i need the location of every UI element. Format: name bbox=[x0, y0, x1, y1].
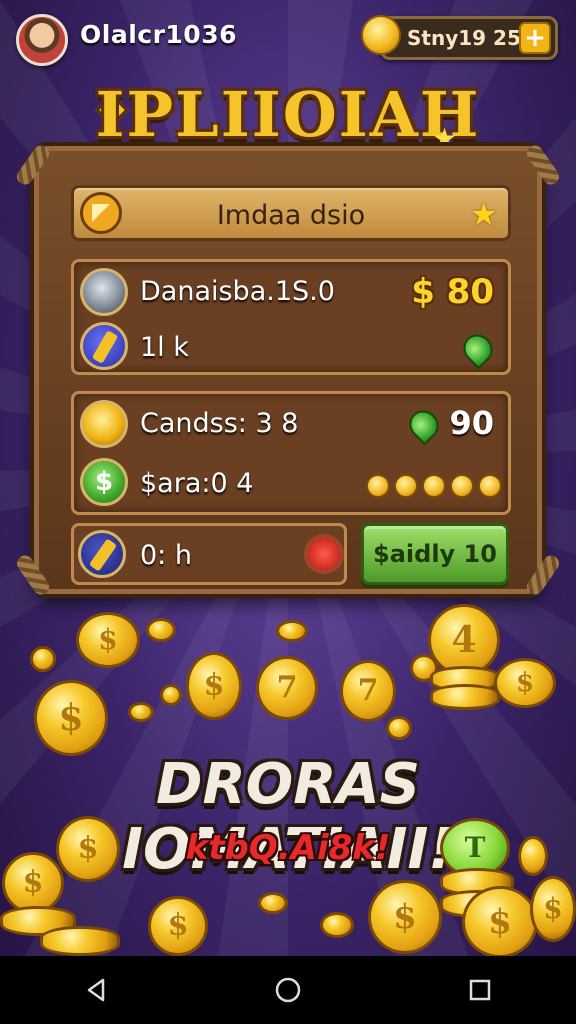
username-label: Olalcr1036 bbox=[80, 20, 237, 49]
coin-decoration: 7 bbox=[340, 660, 396, 722]
add-currency-button[interactable]: + bbox=[519, 22, 551, 54]
coin-decoration bbox=[320, 912, 354, 938]
offer-price[interactable]: $ 80 bbox=[411, 272, 494, 312]
star-icon: ★ bbox=[469, 195, 498, 233]
offer-label: Danaisba.1S.0 bbox=[140, 276, 335, 307]
coin-decoration bbox=[386, 716, 412, 740]
helmet-icon bbox=[80, 268, 128, 316]
coin-decoration: $ bbox=[148, 896, 208, 956]
coin-decoration bbox=[146, 618, 176, 642]
offer-section-3: 0: h bbox=[71, 523, 347, 585]
progress-pips bbox=[366, 474, 502, 498]
red-burst-icon bbox=[308, 538, 340, 570]
gold-bar-icon bbox=[78, 530, 126, 578]
timer-label: 0: h bbox=[140, 540, 192, 571]
coin-decoration: $ bbox=[56, 816, 120, 882]
system-navigation-bar bbox=[0, 956, 576, 1024]
dollar-icon: $ bbox=[80, 458, 128, 506]
recents-square-icon[interactable] bbox=[450, 960, 510, 1020]
board-header: Imdaa dsio ★ bbox=[71, 185, 511, 241]
home-circle-icon[interactable] bbox=[258, 960, 318, 1020]
cash-label: $ara:0 4 bbox=[140, 468, 254, 499]
top-bar: Olalcr1036 Stny19 25 + bbox=[0, 8, 576, 72]
pip-icon bbox=[366, 474, 390, 498]
game-title: IPLIIOIAH bbox=[95, 78, 481, 151]
rope-decoration bbox=[13, 552, 53, 598]
offer-sublabel: 1l k bbox=[140, 332, 189, 363]
coin-decoration bbox=[30, 646, 56, 672]
coin-decoration: $ bbox=[530, 876, 576, 942]
offer-section-1: Danaisba.1S.0 $ 80 1l k bbox=[71, 259, 511, 375]
green-gem-icon bbox=[457, 328, 499, 370]
coin-decoration: 7 bbox=[256, 656, 318, 720]
coin-stack-decoration bbox=[430, 684, 500, 710]
coin-decoration: $ bbox=[368, 880, 442, 954]
currency-label: Stny19 25 bbox=[407, 26, 521, 50]
coin-decoration bbox=[518, 836, 548, 876]
pip-icon bbox=[478, 474, 502, 498]
pip-icon bbox=[450, 474, 474, 498]
coin-icon bbox=[361, 15, 401, 55]
pip-icon bbox=[422, 474, 446, 498]
coin-decoration: $ bbox=[462, 886, 538, 958]
coin-decoration: $ bbox=[34, 680, 108, 756]
offer-section-2: Candss: 3 8 90 $ $ara:0 4 bbox=[71, 391, 511, 515]
coin-stack-icon bbox=[80, 400, 128, 448]
coin-stack-decoration bbox=[40, 926, 120, 956]
action-button[interactable]: $aidly 10 bbox=[361, 523, 509, 585]
coin-decoration bbox=[276, 620, 308, 642]
pip-icon bbox=[394, 474, 418, 498]
shop-board: Imdaa dsio ★ Danaisba.1S.0 $ 80 1l k Can… bbox=[13, 142, 563, 598]
coin-decoration: $ bbox=[76, 612, 140, 668]
coin-decoration: $ bbox=[494, 658, 556, 708]
back-triangle-icon[interactable] bbox=[66, 960, 126, 1020]
candies-label: Candss: 3 8 bbox=[140, 408, 299, 439]
gold-bar-icon bbox=[80, 322, 128, 370]
coin-decoration: $ bbox=[186, 652, 242, 720]
player-avatar[interactable] bbox=[16, 14, 68, 66]
coin-decoration bbox=[128, 702, 154, 722]
coin-decoration bbox=[258, 892, 288, 914]
green-gem-icon bbox=[403, 404, 445, 446]
board-header-text: Imdaa dsio bbox=[216, 200, 366, 231]
rope-decoration bbox=[523, 552, 563, 598]
coin-decoration: $ bbox=[2, 852, 64, 914]
candies-value: 90 bbox=[449, 404, 494, 442]
currency-display: Stny19 25 + bbox=[361, 15, 558, 60]
coin-decoration bbox=[160, 684, 182, 706]
